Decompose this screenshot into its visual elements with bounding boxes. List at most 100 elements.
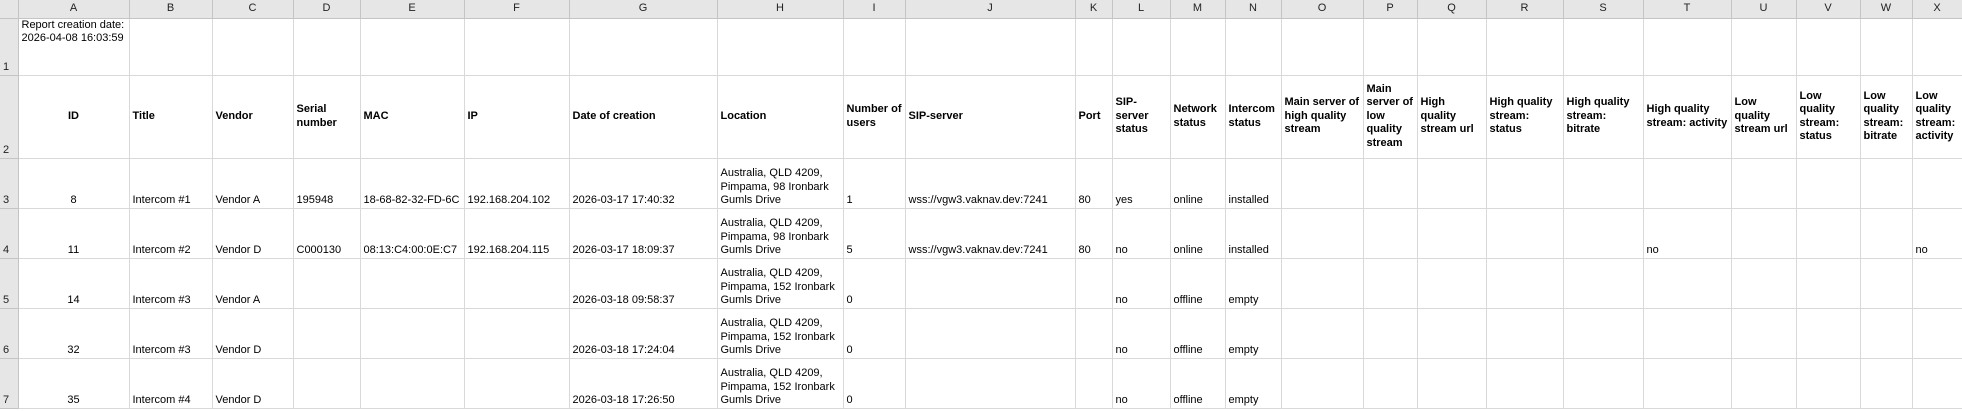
- cell-o6[interactable]: [1281, 308, 1364, 359]
- cell-p7[interactable]: [1363, 358, 1418, 409]
- cell-q6[interactable]: [1417, 308, 1487, 359]
- cell-t6[interactable]: [1643, 308, 1732, 359]
- cell-x1[interactable]: [1912, 18, 1962, 76]
- cell-r4[interactable]: [1486, 208, 1564, 259]
- header-cell-w[interactable]: Low quality stream: bitrate: [1860, 75, 1913, 159]
- cell-v3[interactable]: [1796, 158, 1861, 209]
- cell-k1[interactable]: [1075, 18, 1113, 76]
- cell-w6[interactable]: [1860, 308, 1913, 359]
- header-cell-j[interactable]: SIP-server: [905, 75, 1076, 159]
- column-header-e[interactable]: E: [360, 0, 465, 19]
- cell-c5[interactable]: Vendor A: [212, 258, 294, 309]
- cell-x5[interactable]: [1912, 258, 1962, 309]
- cell-h6[interactable]: Australia, QLD 4209, Pimpama, 152 Ironba…: [717, 308, 844, 359]
- column-header-b[interactable]: B: [129, 0, 213, 19]
- header-cell-h[interactable]: Location: [717, 75, 844, 159]
- cell-f1[interactable]: [464, 18, 570, 76]
- column-header-f[interactable]: F: [464, 0, 570, 19]
- cell-o3[interactable]: [1281, 158, 1364, 209]
- column-header-g[interactable]: G: [569, 0, 718, 19]
- header-cell-v[interactable]: Low quality stream: status: [1796, 75, 1861, 159]
- cell-a4[interactable]: 11: [18, 208, 130, 259]
- header-cell-n[interactable]: Intercom status: [1225, 75, 1282, 159]
- select-all-corner[interactable]: [0, 0, 19, 19]
- cell-h4[interactable]: Australia, QLD 4209, Pimpama, 98 Ironbar…: [717, 208, 844, 259]
- cell-p4[interactable]: [1363, 208, 1418, 259]
- header-cell-u[interactable]: Low quality stream url: [1731, 75, 1797, 159]
- cell-m4[interactable]: online: [1170, 208, 1226, 259]
- cell-u7[interactable]: [1731, 358, 1797, 409]
- cell-j7[interactable]: [905, 358, 1076, 409]
- cell-i6[interactable]: 0: [843, 308, 906, 359]
- cell-g4[interactable]: 2026-03-17 18:09:37: [569, 208, 718, 259]
- header-cell-x[interactable]: Low quality stream: activity: [1912, 75, 1962, 159]
- cell-e5[interactable]: [360, 258, 465, 309]
- cell-v5[interactable]: [1796, 258, 1861, 309]
- cell-o4[interactable]: [1281, 208, 1364, 259]
- cell-b4[interactable]: Intercom #2: [129, 208, 213, 259]
- cell-t5[interactable]: [1643, 258, 1732, 309]
- cell-i7[interactable]: 0: [843, 358, 906, 409]
- cell-q4[interactable]: [1417, 208, 1487, 259]
- column-header-c[interactable]: C: [212, 0, 294, 19]
- cell-u5[interactable]: [1731, 258, 1797, 309]
- cell-g1[interactable]: [569, 18, 718, 76]
- cell-k3[interactable]: 80: [1075, 158, 1113, 209]
- column-header-a[interactable]: A: [18, 0, 130, 19]
- cell-j3[interactable]: wss://vgw3.vaknav.dev:7241: [905, 158, 1076, 209]
- cell-c1[interactable]: [212, 18, 294, 76]
- cell-j5[interactable]: [905, 258, 1076, 309]
- header-cell-a[interactable]: ID: [18, 75, 130, 159]
- column-header-p[interactable]: P: [1363, 0, 1418, 19]
- cell-w1[interactable]: [1860, 18, 1913, 76]
- cell-m1[interactable]: [1170, 18, 1226, 76]
- cell-i4[interactable]: 5: [843, 208, 906, 259]
- column-header-h[interactable]: H: [717, 0, 844, 19]
- cell-s4[interactable]: [1563, 208, 1644, 259]
- header-cell-c[interactable]: Vendor: [212, 75, 294, 159]
- cell-b5[interactable]: Intercom #3: [129, 258, 213, 309]
- row-header-7[interactable]: 7: [0, 358, 19, 409]
- cell-d3[interactable]: 195948: [293, 158, 361, 209]
- cell-j4[interactable]: wss://vgw3.vaknav.dev:7241: [905, 208, 1076, 259]
- cell-w5[interactable]: [1860, 258, 1913, 309]
- cell-l3[interactable]: yes: [1112, 158, 1171, 209]
- cell-w4[interactable]: [1860, 208, 1913, 259]
- cell-s1[interactable]: [1563, 18, 1644, 76]
- header-cell-g[interactable]: Date of creation: [569, 75, 718, 159]
- column-header-s[interactable]: S: [1563, 0, 1644, 19]
- column-header-m[interactable]: M: [1170, 0, 1226, 19]
- cell-h7[interactable]: Australia, QLD 4209, Pimpama, 152 Ironba…: [717, 358, 844, 409]
- header-cell-t[interactable]: High quality stream: activity: [1643, 75, 1732, 159]
- row-header-3[interactable]: 3: [0, 158, 19, 209]
- header-cell-l[interactable]: SIP-server status: [1112, 75, 1171, 159]
- cell-u6[interactable]: [1731, 308, 1797, 359]
- cell-e6[interactable]: [360, 308, 465, 359]
- column-header-l[interactable]: L: [1112, 0, 1171, 19]
- cell-t7[interactable]: [1643, 358, 1732, 409]
- header-cell-r[interactable]: High quality stream: status: [1486, 75, 1564, 159]
- cell-r6[interactable]: [1486, 308, 1564, 359]
- cell-x7[interactable]: [1912, 358, 1962, 409]
- cell-b7[interactable]: Intercom #4: [129, 358, 213, 409]
- header-cell-d[interactable]: Serial number: [293, 75, 361, 159]
- cell-f6[interactable]: [464, 308, 570, 359]
- column-header-o[interactable]: O: [1281, 0, 1364, 19]
- cell-v1[interactable]: [1796, 18, 1861, 76]
- cell-i5[interactable]: 0: [843, 258, 906, 309]
- cell-r5[interactable]: [1486, 258, 1564, 309]
- cell-g6[interactable]: 2026-03-18 17:24:04: [569, 308, 718, 359]
- cell-b3[interactable]: Intercom #1: [129, 158, 213, 209]
- cell-b1[interactable]: [129, 18, 213, 76]
- cell-c7[interactable]: Vendor D: [212, 358, 294, 409]
- cell-d6[interactable]: [293, 308, 361, 359]
- cell-u4[interactable]: [1731, 208, 1797, 259]
- cell-g5[interactable]: 2026-03-18 09:58:37: [569, 258, 718, 309]
- cell-o7[interactable]: [1281, 358, 1364, 409]
- header-cell-e[interactable]: MAC: [360, 75, 465, 159]
- cell-n3[interactable]: installed: [1225, 158, 1282, 209]
- cell-o5[interactable]: [1281, 258, 1364, 309]
- cell-h5[interactable]: Australia, QLD 4209, Pimpama, 152 Ironba…: [717, 258, 844, 309]
- cell-l5[interactable]: no: [1112, 258, 1171, 309]
- row-header-1[interactable]: 1: [0, 18, 19, 76]
